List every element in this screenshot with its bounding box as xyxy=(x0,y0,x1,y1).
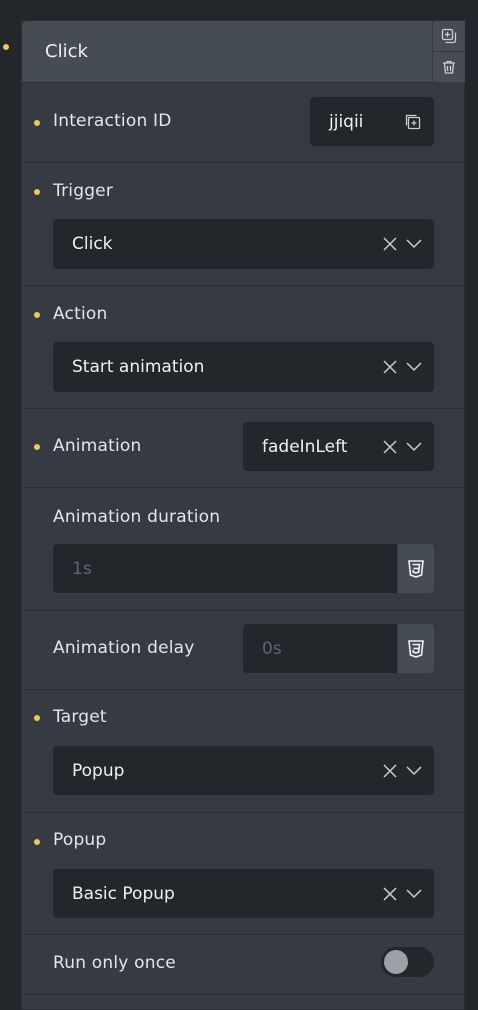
css3-icon xyxy=(408,559,424,578)
chevron-down-icon xyxy=(406,441,422,451)
target-label: Target xyxy=(53,707,107,727)
delete-button[interactable] xyxy=(433,52,465,82)
popup-select[interactable]: Basic Popup xyxy=(53,869,434,918)
interaction-panel: Click Interaction ID jjiqii Trigger Clic… xyxy=(21,20,465,1010)
duplicate-button[interactable] xyxy=(433,21,465,51)
run-only-once-row: Run only once xyxy=(22,935,464,995)
action-select[interactable]: Start animation xyxy=(53,342,434,392)
required-dot xyxy=(34,715,40,721)
action-row: Action Start animation xyxy=(22,286,464,409)
clear-icon[interactable] xyxy=(383,763,397,778)
animation-value: fadeInLeft xyxy=(262,436,348,457)
copy-icon[interactable] xyxy=(403,113,421,131)
animation-delay-row: Animation delay 0s xyxy=(22,611,464,690)
popup-row: Popup Basic Popup xyxy=(22,813,464,935)
action-label: Action xyxy=(53,304,108,324)
animation-duration-placeholder: 1s xyxy=(72,558,92,579)
action-value: Start animation xyxy=(72,357,205,377)
interaction-id-field[interactable]: jjiqii xyxy=(310,97,434,146)
clear-icon[interactable] xyxy=(383,886,397,901)
animation-delay-label: Animation delay xyxy=(53,638,195,658)
trigger-value: Click xyxy=(72,234,113,254)
animation-label: Animation xyxy=(53,436,142,456)
required-indicator-dot xyxy=(3,44,9,50)
chevron-down-icon xyxy=(406,362,422,372)
popup-value: Basic Popup xyxy=(72,883,175,904)
interaction-title: Click xyxy=(45,41,88,62)
trigger-row: Trigger Click xyxy=(22,163,464,286)
chevron-down-icon xyxy=(406,888,422,898)
interaction-id-label: Interaction ID xyxy=(53,111,172,131)
interaction-header[interactable]: Click xyxy=(22,21,432,83)
css-button[interactable] xyxy=(398,624,434,673)
animation-duration-row: Animation duration 1s xyxy=(22,488,464,611)
popup-label: Popup xyxy=(53,830,107,850)
trash-icon xyxy=(443,60,455,74)
animation-delay-input[interactable]: 0s xyxy=(243,624,397,673)
clear-icon[interactable] xyxy=(383,439,397,454)
required-dot xyxy=(34,189,40,195)
animation-delay-placeholder: 0s xyxy=(262,638,282,659)
chevron-down-icon xyxy=(406,239,422,249)
animation-row: Animation fadeInLeft xyxy=(22,409,464,488)
target-value: Popup xyxy=(72,760,125,781)
run-only-once-toggle[interactable] xyxy=(381,947,434,977)
interaction-id-row: Interaction ID jjiqii xyxy=(22,83,464,163)
trigger-select[interactable]: Click xyxy=(53,219,434,269)
animation-duration-input[interactable]: 1s xyxy=(53,544,397,593)
required-dot xyxy=(34,839,40,845)
clear-icon[interactable] xyxy=(383,360,397,374)
chevron-down-icon xyxy=(406,765,422,775)
required-dot xyxy=(34,120,40,126)
target-row: Target Popup xyxy=(22,690,464,813)
trigger-label: Trigger xyxy=(53,181,114,201)
required-dot xyxy=(34,444,40,450)
required-dot xyxy=(34,312,40,318)
run-only-once-label: Run only once xyxy=(53,953,176,973)
interaction-id-value: jjiqii xyxy=(329,111,364,132)
toggle-knob xyxy=(384,950,408,974)
css3-icon xyxy=(408,639,424,658)
clear-icon[interactable] xyxy=(383,237,397,251)
target-select[interactable]: Popup xyxy=(53,746,434,795)
duplicate-icon xyxy=(441,28,457,44)
animation-select[interactable]: fadeInLeft xyxy=(243,422,434,471)
animation-duration-label: Animation duration xyxy=(53,507,221,527)
css-button[interactable] xyxy=(398,544,434,593)
